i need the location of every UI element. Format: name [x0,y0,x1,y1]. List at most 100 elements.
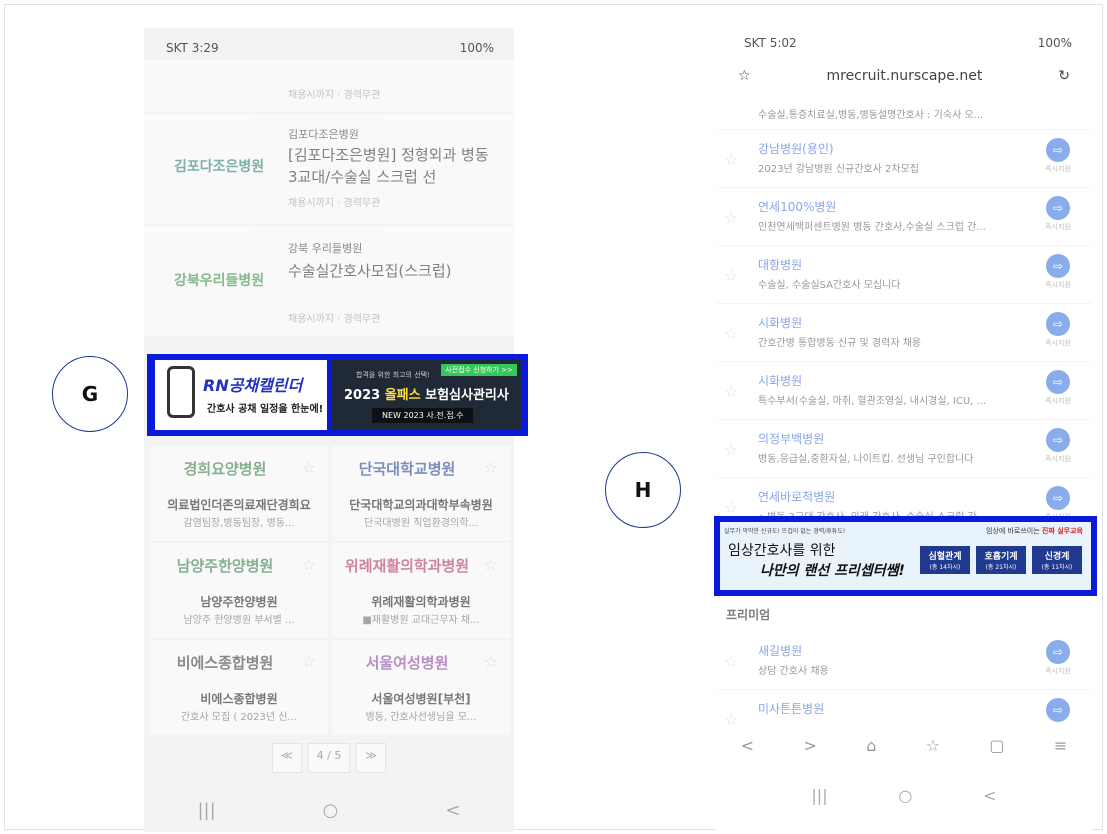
course-tag[interactable]: 심혈관계 (총 14차시) [920,546,970,574]
hospital-subtitle: ■재활병원 교대근무자 채... [362,615,480,626]
hospital-name: 서울여성병원[부천] [371,692,471,706]
premium-section-title: 프리미엄 [726,608,771,622]
job-card[interactable]: 강북우리들병원 강북 우리들병원 수술실간호사모집(스크럽) 채용시까지 · 경… [144,226,514,336]
pagination-next-button[interactable]: ≫ [356,743,386,773]
banner-h-highlight: 실무가 막막한 신규도! 뜨겁이 없는 경력/휴튜도! 임상에 바로쓰이는 진짜… [714,516,1097,596]
apply-button[interactable]: ⇨ 즉시지원 [1038,312,1078,348]
bookmarks-icon[interactable]: ☆ [926,736,940,755]
pagination: ≪ 4 / 5 ≫ [264,743,394,773]
rn-calendar-banner[interactable]: RN공채캘린더 간호사 공채 일정을 한눈에! [155,360,327,430]
job-row-name: 대항병원 [758,258,803,272]
job-row[interactable]: ☆ 미사튼튼병원 ⇨ [716,690,1092,730]
hospital-grid-item[interactable]: 경희요양병원 ☆ 의료법인더존의료재단경희요 감염팀장,병동팀장, 병동... [150,446,328,541]
apply-label: 즉시지원 [1045,397,1071,405]
job-row[interactable]: ☆ 의정부백병원 병동,응급실,중환자실, 나이트킵. 선생님 구인합니다 ⇨ 즉… [716,420,1092,478]
pagination-prev-button[interactable]: ≪ [272,743,302,773]
insurance-course-banner[interactable]: 사전접수 신청하기 >> 합격을 위한 최고의 선택! 2023 올패스 보험심… [332,360,521,430]
job-row-name: 시화병원 [758,374,803,388]
hospital-grid-item[interactable]: 단국대학교병원 ☆ 단국대학교의과대학부속병원 단국대병원 직업환경의학... [332,446,510,541]
job-row[interactable]: ☆ 강남병원(용인) 2023년 강남병원 신규간호사 2차모집 ⇨ 즉시지원 [716,130,1092,188]
apply-button[interactable]: ⇨ 즉시지원 [1038,196,1078,232]
star-icon[interactable]: ☆ [484,652,498,671]
insurance-tagline: 합격을 위한 최고의 선택! [356,371,430,379]
refresh-icon[interactable]: ↻ [1058,68,1070,84]
back-button[interactable]: < [983,786,996,805]
star-icon[interactable]: ☆ [484,458,498,477]
job-row[interactable]: ☆ 시화병원 간호간병 통합병동 신규 및 경력자 채용 ⇨ 즉시지원 [716,304,1092,362]
apply-icon: ⇨ [1046,312,1070,336]
star-icon[interactable]: ☆ [724,710,738,729]
apply-icon: ⇨ [1046,196,1070,220]
hospital-logo: 김포다조은병원 [174,159,265,175]
preceptor-title-1: 임상간호사를 위한 [728,543,836,559]
browser-url-bar[interactable]: ☆ mrecruit.nurscape.net ↻ [716,58,1092,94]
apply-icon: ⇨ [1046,428,1070,452]
label-g-circle: G [52,356,128,432]
browser-forward-icon[interactable]: > [803,736,816,755]
star-icon[interactable]: ☆ [724,266,738,285]
apply-button[interactable]: ⇨ 즉시지원 [1038,138,1078,174]
bookmark-star-icon[interactable]: ☆ [738,68,751,84]
job-row[interactable]: ☆ 대항병원 수술실, 수술실SA간호사 모십니다 ⇨ 즉시지원 [716,246,1092,304]
insurance-title-prefix: 2023 [344,388,385,403]
hospital-logo: 남양주한양병원 [176,557,274,575]
job-row[interactable]: ☆ 시화병원 특수부서(수술실, 마취, 혈관조영실, 내시경실, ICU, .… [716,362,1092,420]
job-row[interactable]: ☆ 연세100%병원 인천연세백퍼센트병원 병동 간호사,수술실 스크럽 간..… [716,188,1092,246]
star-icon[interactable]: ☆ [724,208,738,227]
apply-button[interactable]: ⇨ 즉시지원 [1038,640,1078,676]
apply-icon: ⇨ [1046,138,1070,162]
apply-button[interactable]: ⇨ 즉시지원 [1038,254,1078,290]
star-icon[interactable]: ☆ [302,652,316,671]
job-row[interactable]: ☆ 새길병원 상담 간호사 채용 ⇨ 즉시지원 [716,632,1092,690]
hospital-logo: 위례재활의학과병원 [344,557,470,575]
preceptor-right-prefix: 임상에 바로쓰이는 [985,527,1042,535]
browser-back-icon[interactable]: < [741,736,754,755]
right-status-battery: 100% [1037,36,1072,50]
preceptor-course-banner[interactable]: 실무가 막막한 신규도! 뜨겁이 없는 경력/휴튜도! 임상에 바로쓰이는 진짜… [720,522,1091,590]
job-card[interactable]: 채용시까지 · 경력무관 [144,60,514,112]
right-status-bar: SKT 5:02 100% [716,28,1092,54]
star-icon[interactable]: ☆ [724,652,738,671]
preceptor-tagline: 실무가 막막한 신규도! 뜨겁이 없는 경력/휴튜도! [724,528,846,535]
menu-icon[interactable]: ≡ [1054,736,1067,755]
browser-home-icon[interactable]: ⌂ [866,736,876,755]
hospital-grid-item[interactable]: 비에스종합병원 ☆ 비에스종합병원 간호사 모집 ( 2023년 신... [150,640,328,735]
course-tag[interactable]: 신경계 (총 11차시) [1032,546,1082,574]
apply-label: 즉시지원 [1045,455,1071,463]
star-icon[interactable]: ☆ [724,382,738,401]
star-icon[interactable]: ☆ [484,555,498,574]
back-button[interactable]: < [445,800,460,821]
star-icon[interactable]: ☆ [724,440,738,459]
apply-button[interactable]: ⇨ [1038,698,1078,722]
hospital-name: 비에스종합병원 [200,692,278,706]
hospital-grid-item[interactable]: 남양주한양병원 ☆ 남양주한양병원 남양주 한양병원 부서별 ... [150,543,328,638]
star-icon[interactable]: ☆ [302,458,316,477]
star-icon[interactable]: ☆ [724,150,738,169]
left-status-battery: 100% [459,41,494,55]
home-button[interactable]: ○ [898,786,912,805]
hospital-grid-item[interactable]: 서울여성병원 ☆ 서울여성병원[부천] 병동, 간호사선생님을 모... [332,640,510,735]
star-icon[interactable]: ☆ [302,555,316,574]
recent-apps-button[interactable]: ||| [811,786,827,805]
home-button[interactable]: ○ [323,800,339,821]
course-tag[interactable]: 호흡기계 (총 21차시) [976,546,1026,574]
job-row-name: 새길병원 [758,644,803,658]
hospital-subtitle: 감염팀장,병동팀장, 병동... [183,518,295,529]
hospital-name: 위례재활의학과병원 [371,595,471,609]
apply-button[interactable]: ⇨ 즉시지원 [1038,428,1078,464]
job-card[interactable]: 김포다조은병원 김포다조은병원 [김포다조은병원] 정형외과 병동 3교대/수술… [144,114,514,224]
apply-button[interactable]: ⇨ 즉시지원 [1038,370,1078,406]
hospital-grid-item[interactable]: 위례재활의학과병원 ☆ 위례재활의학과병원 ■재활병원 교대근무자 채... [332,543,510,638]
job-hospital: 김포다조은병원 [288,128,359,141]
star-icon[interactable]: ☆ [724,498,738,517]
apply-label: 즉시지원 [1045,223,1071,231]
job-row-desc: 특수부서(수술실, 마취, 혈관조영실, 내시경실, ICU, ... [758,396,987,407]
apply-icon: ⇨ [1046,370,1070,394]
tabs-icon[interactable]: ▢ [989,736,1004,755]
job-row-name: 연세바로척병원 [758,490,836,504]
hospital-logo: 강북우리들병원 [174,273,265,289]
star-icon[interactable]: ☆ [724,324,738,343]
apply-label: 즉시지원 [1045,667,1071,675]
recent-apps-button[interactable]: ||| [197,800,215,821]
job-row[interactable]: 수술실,통증치료실,병동,병동설명간호사 : 기숙사 오... [716,96,1092,130]
